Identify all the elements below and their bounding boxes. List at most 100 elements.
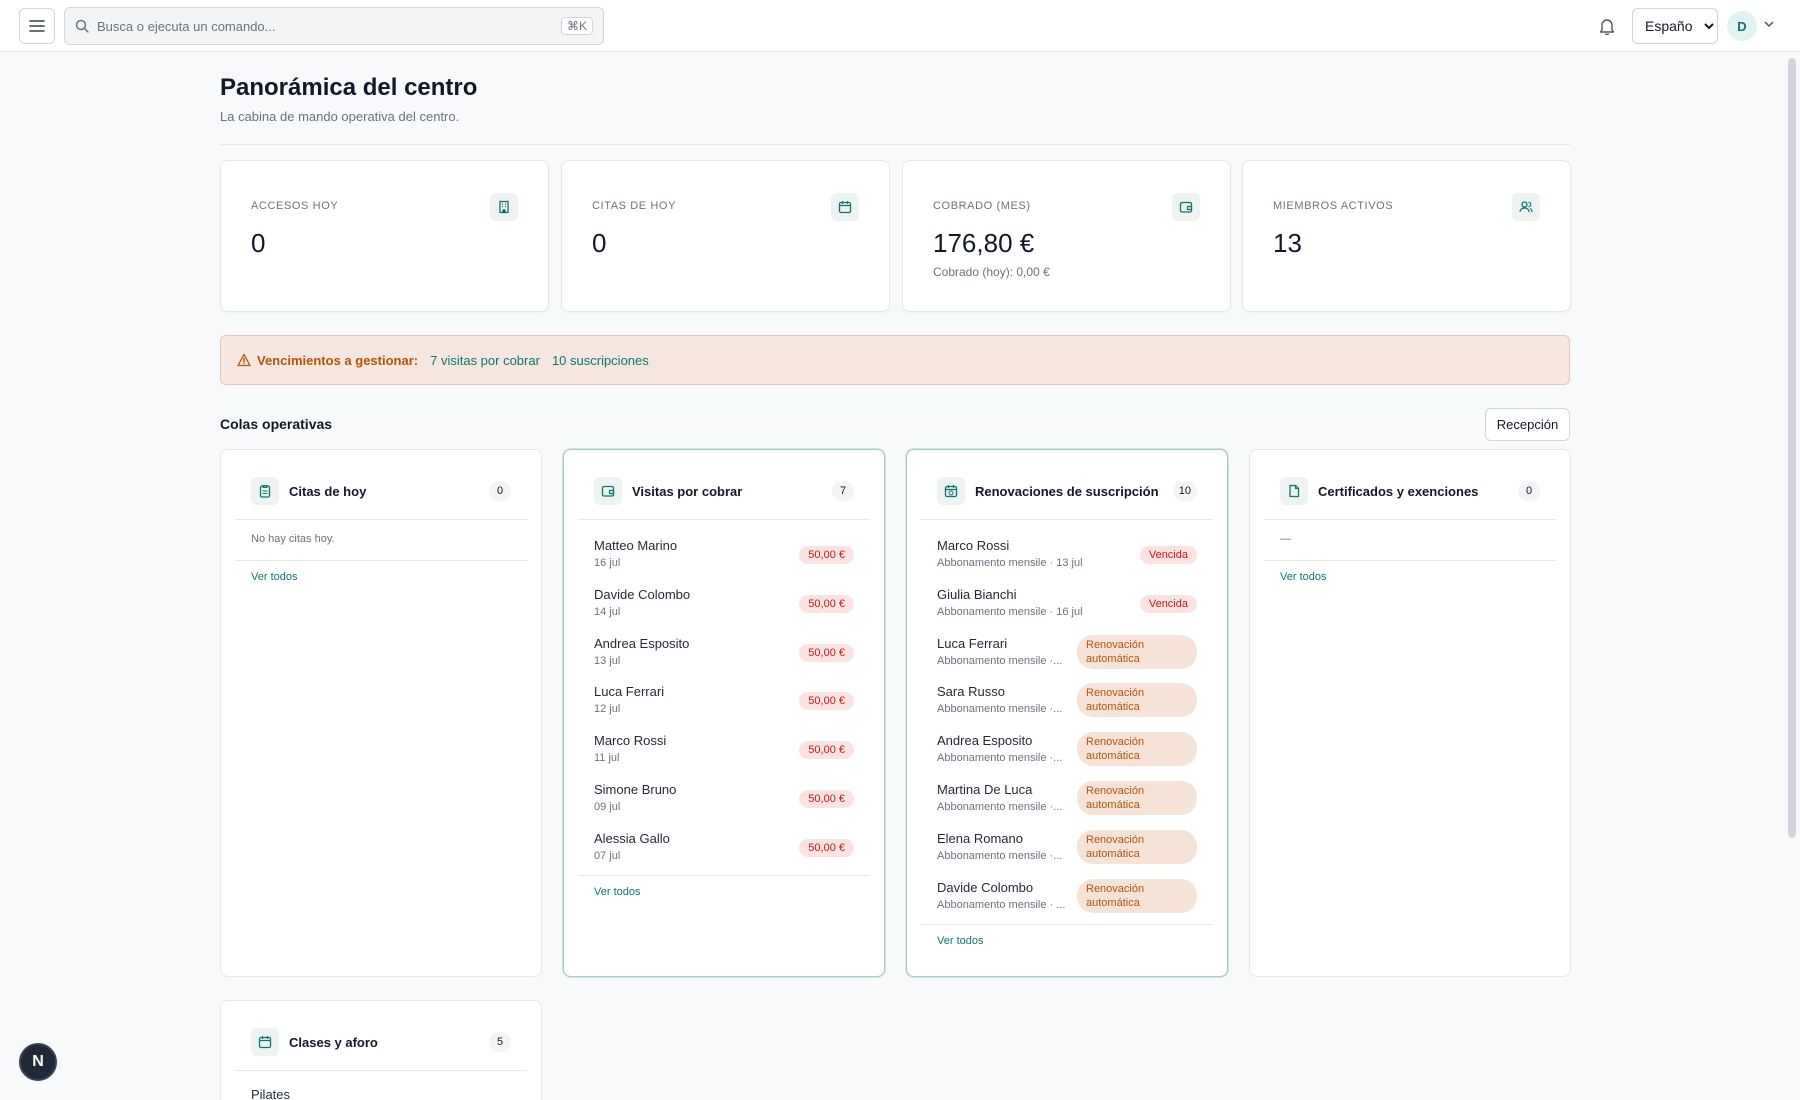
queue-header: Certificados y exenciones 0	[1280, 476, 1540, 506]
list-item[interactable]: Giulia Bianchi Abbonamento mensile · 16 …	[937, 583, 1197, 623]
search-input[interactable]	[97, 18, 561, 34]
queue-title: Citas de hoy	[289, 483, 367, 499]
header-divider	[220, 144, 1570, 145]
queue-card-certificados: Certificados y exenciones 0 — Ver todos	[1249, 449, 1571, 977]
kpi-value: 176,80 €	[933, 228, 1035, 258]
alert-link-visitas[interactable]: 7 visitas por cobrar	[430, 353, 540, 368]
list-item[interactable]: Sara Russo Abbonamento mensile ·... Reno…	[937, 680, 1197, 720]
item-name: Giulia Bianchi	[937, 587, 1017, 602]
amount-badge: 50,00 €	[799, 741, 854, 759]
item-name: Andrea Esposito	[937, 733, 1033, 748]
page-scrollbar[interactable]	[1788, 58, 1796, 838]
status-badge: Renovación automática	[1077, 683, 1197, 717]
chevron-down-icon[interactable]	[1763, 18, 1775, 30]
divider	[235, 560, 527, 561]
floating-action-button[interactable]: N	[19, 1043, 57, 1081]
calendar-clock-icon	[937, 477, 965, 505]
empty-message: No hay citas hoy.	[251, 533, 335, 545]
bell-icon	[1599, 19, 1615, 35]
queue-count: 0	[1518, 481, 1540, 501]
item-sub: Abbonamento mensile ·...	[937, 801, 1063, 813]
kpi-label: ACCESOS HOY	[251, 200, 339, 212]
notifications-button[interactable]	[1595, 14, 1619, 38]
list-item[interactable]: Davide Colombo 14 jul 50,00 €	[594, 583, 854, 623]
user-avatar[interactable]: D	[1727, 11, 1757, 41]
list-item[interactable]: Luca Ferrari 12 jul 50,00 €	[594, 680, 854, 720]
warning-icon	[237, 353, 251, 367]
item-name: Matteo Marino	[594, 538, 678, 553]
divider	[578, 519, 870, 520]
calendar-icon	[251, 1028, 279, 1056]
queue-card-visitas: Visitas por cobrar 7 Matteo Marino 16 ju…	[563, 449, 885, 977]
list-item[interactable]: Luca Ferrari Abbonamento mensile ·... Re…	[937, 632, 1197, 672]
item-name: Davide Colombo	[594, 587, 691, 602]
alert-link-suscripciones[interactable]: 10 suscripciones	[552, 353, 649, 368]
status-badge: Renovación automática	[1077, 635, 1197, 669]
item-name: Elena Romano	[937, 831, 1023, 846]
due-items-alert: Vencimientos a gestionar: 7 visitas por …	[220, 335, 1570, 385]
view-all-link[interactable]: Ver todos	[594, 886, 640, 898]
language-select[interactable]: Español	[1632, 8, 1718, 44]
item-sub: Abbonamento mensile · 16 jul	[937, 606, 1083, 618]
view-all-link[interactable]: Ver todos	[937, 935, 983, 947]
class-name[interactable]: Pilates	[251, 1087, 290, 1100]
list-item[interactable]: Marco Rossi Abbonamento mensile · 13 jul…	[937, 534, 1197, 574]
queue-title: Visitas por cobrar	[632, 483, 743, 499]
kpi-value: 0	[592, 228, 607, 258]
kpi-value: 0	[251, 228, 266, 258]
item-name: Marco Rossi	[937, 538, 1010, 553]
list-item[interactable]: Davide Colombo Abbonamento mensile · ...…	[937, 876, 1197, 916]
item-date: 16 jul	[594, 557, 621, 569]
list-item[interactable]: Matteo Marino 16 jul 50,00 €	[594, 534, 854, 574]
kpi-sub: Cobrado (hoy): 0,00 €	[933, 265, 1050, 279]
list-item[interactable]: Simone Bruno 09 jul 50,00 €	[594, 778, 854, 818]
list-item[interactable]: Andrea Esposito Abbonamento mensile ·...…	[937, 729, 1197, 769]
item-name: Luca Ferrari	[937, 636, 1008, 651]
wallet-icon	[594, 477, 622, 505]
queue-card-renovaciones: Renovaciones de suscripción 10 Marco Ros…	[906, 449, 1228, 977]
section-title: Colas operativas	[220, 416, 333, 432]
item-name: Sara Russo	[937, 684, 1005, 699]
top-bar: ⌘K Español D	[0, 0, 1800, 52]
list-item[interactable]: Martina De Luca Abbonamento mensile ·...…	[937, 778, 1197, 818]
page-subtitle: La cabina de mando operativa del centro.	[220, 109, 460, 124]
view-all-link[interactable]: Ver todos	[251, 571, 297, 583]
status-badge: Renovación automática	[1077, 879, 1197, 913]
status-badge: Renovación automática	[1077, 781, 1197, 815]
queue-header: Renovaciones de suscripción 10	[937, 476, 1197, 506]
item-name: Alessia Gallo	[594, 831, 670, 846]
queue-count: 5	[489, 1032, 511, 1052]
item-sub: Abbonamento mensile · ...	[937, 899, 1066, 911]
search-icon	[75, 19, 89, 33]
item-date: 12 jul	[594, 703, 621, 715]
reception-button[interactable]: Recepción	[1485, 408, 1570, 441]
kpi-card-accesos: ACCESOS HOY 0	[220, 160, 549, 312]
kpi-label: CITAS DE HOY	[592, 200, 677, 212]
list-item[interactable]: Marco Rossi 11 jul 50,00 €	[594, 729, 854, 769]
list-item[interactable]: Alessia Gallo 07 jul 50,00 €	[594, 827, 854, 867]
list-item[interactable]: Elena Romano Abbonamento mensile ·... Re…	[937, 827, 1197, 867]
status-badge: Vencida	[1139, 546, 1197, 564]
queue-header: Clases y aforo 5	[251, 1027, 511, 1057]
kpi-label: COBRADO (MES)	[933, 200, 1031, 212]
menu-button[interactable]	[19, 8, 55, 44]
item-sub: Abbonamento mensile ·...	[937, 703, 1063, 715]
item-date: 09 jul	[594, 801, 621, 813]
queue-title: Renovaciones de suscripción	[975, 483, 1159, 499]
view-all-link[interactable]: Ver todos	[1280, 571, 1326, 583]
wallet-icon	[1172, 193, 1200, 221]
queue-header: Citas de hoy 0	[251, 476, 511, 506]
amount-badge: 50,00 €	[799, 595, 854, 613]
item-name: Martina De Luca	[937, 782, 1033, 797]
amount-badge: 50,00 €	[799, 692, 854, 710]
alert-label: Vencimientos a gestionar:	[257, 352, 419, 368]
users-icon	[1512, 193, 1540, 221]
calendar-icon	[831, 193, 859, 221]
list-item[interactable]: Andrea Esposito 13 jul 50,00 €	[594, 632, 854, 672]
hamburger-icon	[29, 20, 45, 32]
status-badge: Vencida	[1139, 595, 1197, 613]
item-sub: Abbonamento mensile ·...	[937, 752, 1063, 764]
item-date: 14 jul	[594, 606, 621, 618]
command-search[interactable]: ⌘K	[64, 7, 604, 45]
kpi-label: MIEMBROS ACTIVOS	[1273, 200, 1394, 212]
